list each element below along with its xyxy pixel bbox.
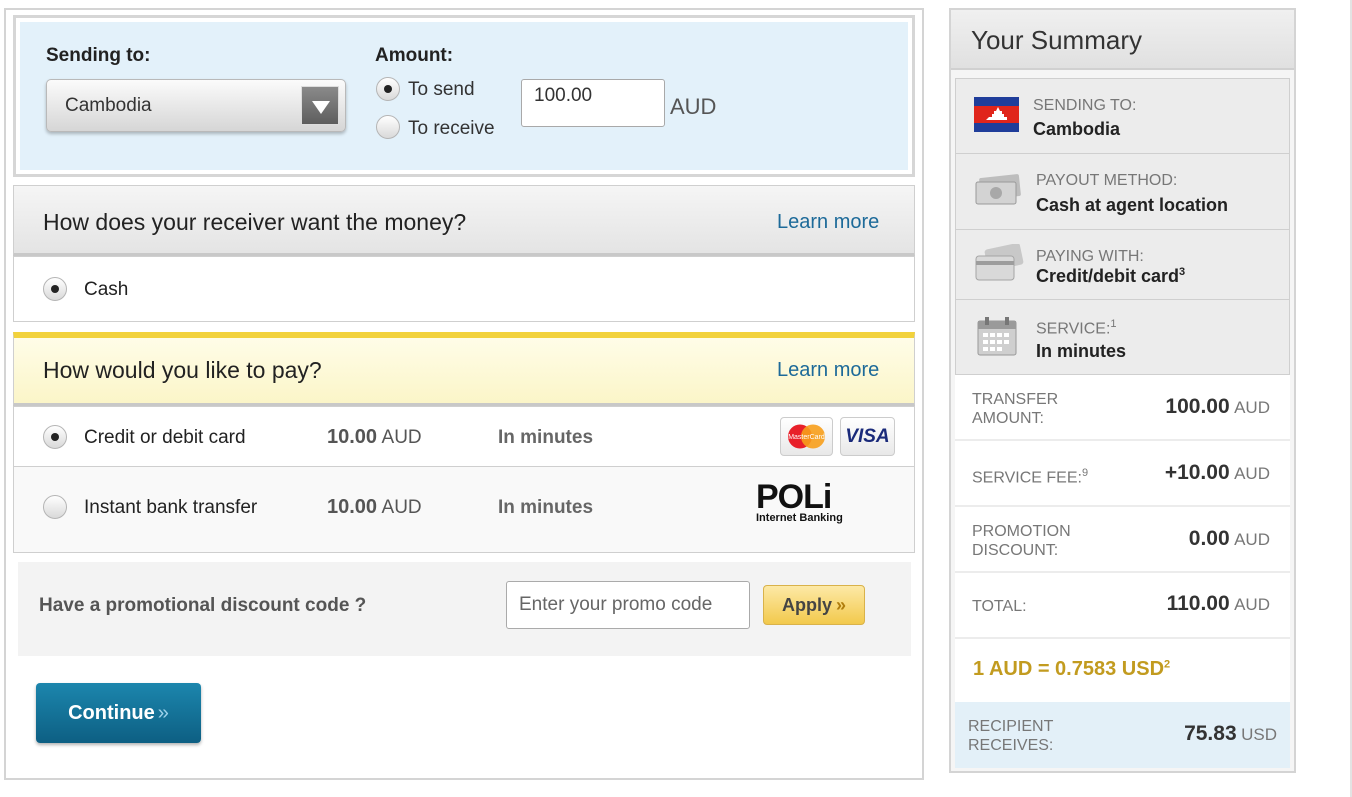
mastercard-logo: MasterCard: [780, 417, 833, 456]
payout-method-label: PAYOUT METHOD:: [1036, 172, 1178, 189]
total-value: 110.00 AUD: [1166, 592, 1270, 615]
summary-sending-to: SENDING TO: Cambodia: [955, 78, 1290, 154]
double-chevron-right-icon: »: [836, 595, 847, 615]
bank-radio[interactable]: [43, 495, 67, 519]
promo-code-input[interactable]: [506, 581, 750, 629]
cambodia-flag-icon: [974, 97, 1019, 132]
sending-to-summary-label: SENDING TO:: [1033, 97, 1137, 114]
credit-card-icon: [974, 243, 1024, 289]
service-label: SERVICE:1: [1036, 318, 1117, 338]
receiver-method-title: How does your receiver want the money?: [43, 209, 467, 235]
continue-button[interactable]: Continue»: [36, 683, 201, 743]
payment-method-header: How would you like to pay? Learn more: [13, 332, 915, 406]
summary-service-fee: SERVICE FEE:9 +10.00 AUD: [955, 441, 1290, 507]
visa-logo: VISA: [840, 417, 895, 456]
service-fee-value: +10.00 AUD: [1164, 461, 1270, 484]
card-option-fee: 10.00 AUD: [327, 426, 422, 448]
sending-to-label: Sending to:: [46, 45, 151, 66]
summary-total: TOTAL: 110.00 AUD: [955, 573, 1290, 639]
promo-label: Have a promotional discount code ?: [39, 595, 367, 616]
card-option-speed: In minutes: [498, 427, 594, 448]
paying-with-label: PAYING WITH:: [1036, 248, 1144, 265]
summary-exchange-rate: 1 AUD = 0.7583 USD2: [955, 639, 1290, 702]
cash-label: Cash: [84, 279, 129, 300]
amount-label: Amount:: [375, 45, 454, 66]
bank-option-fee: 10.00 AUD: [327, 496, 422, 518]
summary-title: Your Summary: [971, 25, 1142, 55]
cash-icon: [974, 174, 1022, 213]
service-value: In minutes: [1036, 341, 1127, 361]
double-chevron-right-icon: »: [157, 702, 169, 724]
apply-button-label: Apply: [781, 595, 832, 615]
payment-option-bank[interactable]: Instant bank transfer 10.00 AUD In minut…: [13, 467, 915, 553]
to-receive-radio[interactable]: [376, 115, 400, 139]
card-radio[interactable]: [43, 425, 67, 449]
bank-option-label: Instant bank transfer: [84, 497, 258, 518]
card-option-label: Credit or debit card: [84, 427, 246, 448]
amount-input[interactable]: [521, 79, 665, 127]
to-send-label: To send: [408, 79, 475, 100]
receiver-learn-more-link[interactable]: Learn more: [777, 211, 879, 234]
summary-service: SERVICE:1 In minutes: [955, 299, 1290, 375]
cash-radio[interactable]: [43, 277, 67, 301]
paying-with-value: Credit/debit card3: [1036, 266, 1186, 286]
exchange-rate-text: 1 AUD = 0.7583 USD2: [973, 658, 1171, 680]
summary-recipient-receives: RECIPIENT RECEIVES: 75.83 USD: [955, 702, 1290, 768]
promotion-discount-value: 0.00 AUD: [1188, 527, 1270, 550]
to-send-radio[interactable]: [376, 77, 400, 101]
chevron-down-icon: [301, 86, 339, 125]
payout-method-value: Cash at agent location: [1036, 195, 1229, 215]
to-receive-label: To receive: [408, 118, 495, 139]
transfer-amount-value: 100.00 AUD: [1165, 395, 1270, 418]
continue-button-label: Continue: [68, 702, 155, 724]
payment-method-title: How would you like to pay?: [43, 357, 322, 383]
svg-text:MasterCard: MasterCard: [788, 434, 825, 441]
country-select-value: Cambodia: [65, 95, 152, 116]
poli-logo-subtext: Internet Banking: [756, 512, 843, 524]
receiver-method-options: Cash: [13, 256, 915, 322]
summary-paying-with: PAYING WITH: Credit/debit card3: [955, 229, 1290, 300]
service-fee-label: SERVICE FEE:9: [972, 467, 1089, 487]
poli-logo-text: POLi: [756, 478, 832, 516]
payment-learn-more-link[interactable]: Learn more: [777, 359, 879, 382]
payment-option-card[interactable]: Credit or debit card 10.00 AUD In minute…: [13, 406, 915, 467]
recipient-receives-value: 75.83 USD: [1184, 722, 1277, 745]
total-label: TOTAL:: [972, 598, 1027, 615]
bank-option-speed: In minutes: [498, 497, 594, 518]
country-select[interactable]: Cambodia: [46, 79, 346, 132]
summary-header: Your Summary: [951, 10, 1294, 70]
calendar-icon: [976, 315, 1018, 362]
amount-currency: AUD: [670, 94, 717, 119]
recipient-receives-label: RECIPIENT RECEIVES:: [968, 718, 1054, 754]
summary-payout-method: PAYOUT METHOD: Cash at agent location: [955, 153, 1290, 230]
transfer-amount-label: TRANSFER AMOUNT:: [972, 391, 1059, 427]
sending-to-summary-value: Cambodia: [1033, 119, 1121, 139]
poli-logo: POLi Internet Banking: [756, 480, 874, 526]
summary-promotion-discount: PROMOTION DISCOUNT: 0.00 AUD: [955, 507, 1290, 573]
summary-transfer-amount: TRANSFER AMOUNT: 100.00 AUD: [955, 375, 1290, 441]
apply-button[interactable]: Apply»: [763, 585, 865, 625]
promotion-discount-label: PROMOTION DISCOUNT:: [972, 523, 1071, 559]
receiver-method-header: How does your receiver want the money? L…: [13, 185, 915, 256]
